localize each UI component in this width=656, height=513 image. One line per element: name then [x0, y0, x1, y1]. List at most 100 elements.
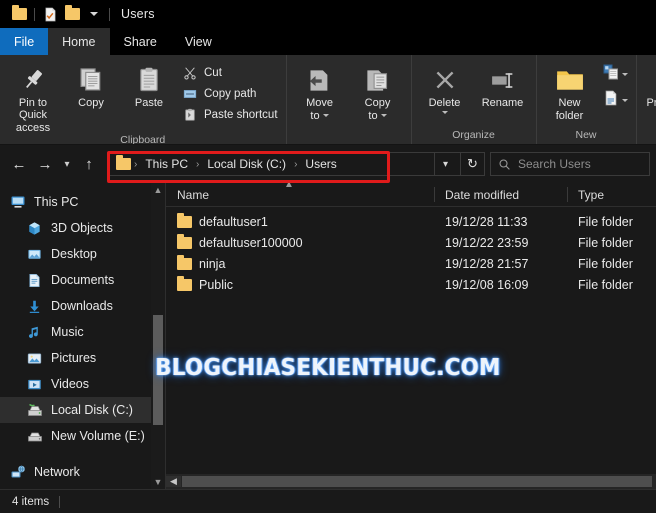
qat-customize-button[interactable]	[83, 3, 105, 25]
sidebar-item-label: Videos	[51, 377, 89, 391]
search-box[interactable]: Search Users	[490, 152, 650, 176]
folder-icon	[177, 275, 192, 291]
copy-button[interactable]: Copy	[63, 60, 119, 109]
file-name-cell[interactable]: defaultuser1	[166, 212, 434, 229]
sidebar-item-label: New Volume (E:)	[51, 429, 145, 443]
sidebar-item-documents[interactable]: Documents	[0, 267, 165, 293]
ribbon: Pin to Quick access Copy Paste Cut Copy …	[0, 55, 656, 145]
sidebar-item-music[interactable]: Music	[0, 319, 165, 345]
music-icon	[26, 324, 43, 341]
recent-locations-button[interactable]: ▾	[58, 151, 76, 177]
column-header-type[interactable]: Type	[567, 183, 656, 206]
table-row[interactable]: defaultuser1 19/12/28 11:33 File folder	[166, 211, 656, 232]
sidebar-item-this-pc[interactable]: This PC	[0, 189, 165, 215]
up-button[interactable]: ↑	[76, 151, 102, 177]
file-name-label: ninja	[199, 256, 226, 271]
properties-label: Properties	[646, 97, 656, 109]
file-date-cell: 19/12/28 11:33	[445, 214, 528, 229]
paste-button[interactable]: Paste	[121, 60, 177, 109]
breadcrumb-item-local-disk-c[interactable]: Local Disk (C:)	[202, 157, 291, 171]
copy-to-label-1: Copy	[364, 97, 391, 109]
scroll-left-arrow-icon[interactable]: ◀	[166, 476, 181, 487]
breadcrumb[interactable]: › This PC › Local Disk (C:) › Users ▾	[108, 152, 461, 176]
ribbon-group-label-new: New	[575, 129, 597, 141]
sidebar-scrollbar-track[interactable]	[151, 197, 165, 475]
breadcrumb-item-users[interactable]: Users	[300, 157, 341, 171]
column-header-date-label: Date modified	[445, 187, 520, 202]
file-list: defaultuser1 19/12/28 11:33 File folder …	[166, 207, 656, 474]
breadcrumb-separator: ›	[196, 158, 200, 170]
back-button[interactable]: ←	[6, 151, 32, 177]
new-folder-label-2: folder	[555, 110, 584, 122]
chevron-down-icon	[380, 114, 387, 117]
sidebar-scrollbar-thumb[interactable]	[153, 315, 163, 425]
pin-to-quick-access-button[interactable]: Pin to Quick access	[5, 60, 61, 134]
search-input[interactable]: Search Users	[518, 157, 591, 171]
sidebar-scrollbar[interactable]: ▲ ▼	[151, 183, 165, 489]
delete-icon	[432, 64, 458, 96]
sidebar-item-new-volume-e[interactable]: New Volume (E:)	[0, 423, 165, 449]
folder-icon	[177, 212, 192, 228]
column-header-name[interactable]: Name ▲	[166, 179, 434, 206]
ribbon-group-label-organize: Organize	[452, 129, 495, 141]
sidebar-item-pictures[interactable]: Pictures	[0, 345, 165, 371]
scroll-up-arrow-icon[interactable]: ▲	[154, 183, 163, 197]
sidebar-item-network[interactable]: Network	[0, 459, 165, 485]
paste-shortcut-button[interactable]: Paste shortcut	[179, 106, 281, 124]
column-header-date-modified[interactable]: Date modified	[434, 183, 567, 206]
qat-separator-1	[34, 7, 35, 21]
new-folder-icon	[555, 64, 585, 96]
file-type-cell: File folder	[578, 256, 633, 271]
easy-access-button[interactable]	[600, 89, 631, 107]
address-bar: ← → ▾ ↑ › This PC › Local Disk (C:) › Us…	[0, 145, 656, 183]
ribbon-group-label-clipboard: Clipboard	[120, 134, 166, 145]
file-list-pane: Name ▲ Date modified Type defaultuser1 1…	[166, 179, 656, 489]
file-name-cell[interactable]: defaultuser100000	[166, 233, 434, 250]
new-item-icon	[603, 64, 619, 80]
cut-button[interactable]: Cut	[179, 64, 281, 82]
table-row[interactable]: ninja 19/12/28 21:57 File folder	[166, 253, 656, 274]
move-to-button[interactable]: Move to	[292, 60, 348, 122]
copy-path-button[interactable]: Copy path	[179, 85, 281, 103]
sidebar-item-desktop[interactable]: Desktop	[0, 241, 165, 267]
sidebar-item-downloads[interactable]: Downloads	[0, 293, 165, 319]
file-name-cell[interactable]: Public	[166, 275, 434, 292]
previous-locations-button[interactable]: ▾	[434, 153, 456, 175]
qat-new-folder-icon[interactable]	[61, 3, 83, 25]
scroll-down-arrow-icon[interactable]: ▼	[154, 475, 163, 489]
file-name-cell[interactable]: ninja	[166, 254, 434, 271]
sidebar-item-label: Documents	[51, 273, 115, 287]
chevron-down-icon	[322, 114, 329, 117]
table-row[interactable]: defaultuser100000 19/12/22 23:59 File fo…	[166, 232, 656, 253]
new-item-button[interactable]	[600, 63, 631, 81]
qat-folder-icon[interactable]	[8, 3, 30, 25]
tab-view[interactable]: View	[171, 28, 226, 55]
refresh-button[interactable]: ↻	[461, 152, 485, 176]
sidebar-item-3d-objects[interactable]: 3D Objects	[0, 215, 165, 241]
sidebar-item-local-disk-c[interactable]: Local Disk (C:)	[0, 397, 165, 423]
table-row[interactable]: Public 19/12/08 16:09 File folder	[166, 274, 656, 295]
status-bar: 4 items	[0, 489, 656, 513]
column-header-row: Name ▲ Date modified Type	[166, 179, 656, 207]
item-count-label: 4 items	[12, 495, 50, 508]
qat-separator-2	[109, 7, 110, 21]
file-list-horizontal-scrollbar[interactable]: ◀	[166, 474, 656, 489]
sidebar-item-label: Downloads	[51, 299, 113, 313]
tab-home[interactable]: Home	[48, 28, 110, 55]
rename-button[interactable]: Rename	[475, 60, 531, 109]
breadcrumb-item-this-pc[interactable]: This PC	[140, 157, 193, 171]
chevron-down-icon	[90, 12, 98, 16]
delete-button[interactable]: Delete	[417, 60, 473, 114]
tab-share[interactable]: Share	[110, 28, 171, 55]
qat-properties-icon[interactable]	[39, 3, 61, 25]
properties-button[interactable]: Properties	[642, 60, 656, 114]
new-folder-button[interactable]: New folder	[542, 60, 598, 122]
documents-icon	[26, 272, 43, 289]
tab-file[interactable]: File	[0, 28, 49, 55]
horizontal-scrollbar-thumb[interactable]	[182, 476, 652, 487]
forward-button[interactable]: →	[32, 151, 58, 177]
sidebar-item-videos[interactable]: Videos	[0, 371, 165, 397]
delete-label: Delete	[428, 97, 461, 109]
scissors-icon	[182, 65, 198, 81]
copy-to-button[interactable]: Copy to	[350, 60, 406, 122]
